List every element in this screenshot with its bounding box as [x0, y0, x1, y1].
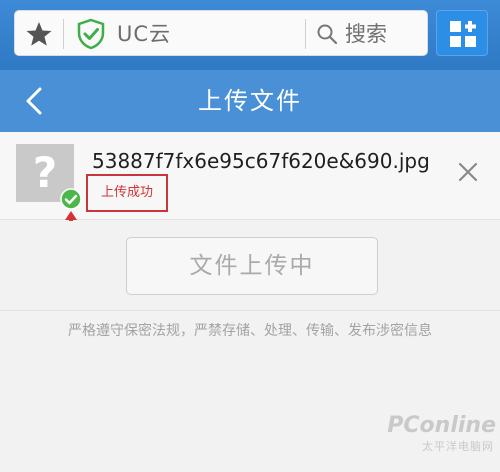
watermark-sub: 太平洋电脑网 — [422, 440, 494, 453]
search-button-label[interactable]: 搜索 — [345, 21, 387, 47]
uploading-button[interactable]: 文件上传中 — [126, 237, 378, 295]
upload-section: 文件上传中 — [0, 221, 500, 311]
watermark-logo: PConline 太平洋电脑网 — [387, 412, 496, 462]
chevron-left-icon[interactable] — [18, 84, 52, 118]
title-bar: 上传文件 — [0, 70, 500, 132]
search-icon[interactable] — [315, 22, 339, 46]
shield-check-icon — [77, 18, 105, 50]
divider — [63, 19, 64, 49]
apps-grid-icon — [450, 21, 476, 47]
screen: UC云 搜索 上传文件 ? 53887f7fx6e95c67f620e&690.… — [0, 0, 500, 472]
close-icon[interactable] — [456, 160, 480, 184]
page-title: 上传文件 — [198, 87, 302, 115]
file-name: 53887f7fx6e95c67f620e&690.jpg — [92, 149, 430, 173]
upload-status: 上传成功 — [100, 185, 153, 200]
file-list-item: ? 53887f7fx6e95c67f620e&690.jpg 上传成功 — [0, 132, 500, 235]
confidentiality-notice: 严格遵守保密法规，严禁存储、处理、传输、发布涉密信息 — [68, 323, 432, 339]
upload-status-highlight: 上传成功 — [86, 174, 168, 212]
site-label: UC云 — [117, 22, 172, 46]
star-icon[interactable] — [25, 20, 53, 48]
apps-button[interactable] — [436, 10, 488, 56]
divider — [305, 19, 306, 49]
success-check-icon — [60, 188, 82, 210]
address-bar[interactable]: UC云 搜索 — [14, 10, 428, 56]
watermark-main: PConline — [387, 413, 496, 438]
browser-toolbar: UC云 搜索 — [0, 0, 500, 70]
